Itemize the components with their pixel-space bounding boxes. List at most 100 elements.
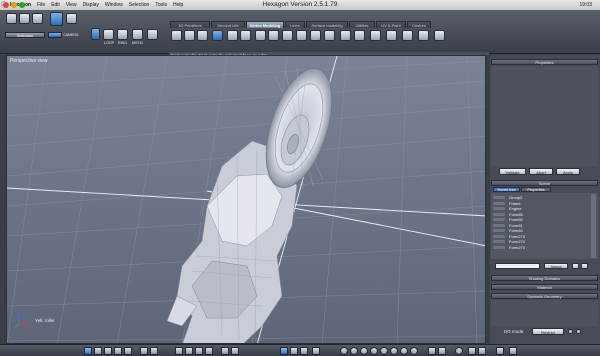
select-mode-button[interactable]	[48, 32, 62, 38]
save-view-icon[interactable]	[438, 347, 446, 355]
material-header[interactable]: Material	[491, 284, 598, 290]
validate-button[interactable]: Validate	[499, 168, 526, 175]
perspective-viewport[interactable]: Perspective view Yell. roller	[6, 55, 486, 344]
tesselate-icon[interactable]	[310, 30, 321, 41]
visibility-toggle[interactable]	[493, 201, 505, 205]
edge-loop-icon[interactable]	[324, 30, 335, 41]
universal-gizmo-icon[interactable]	[312, 347, 320, 355]
magic-wand-icon[interactable]	[50, 12, 63, 26]
camera-list-icon[interactable]	[428, 347, 436, 355]
move-gizmo-icon[interactable]	[280, 347, 288, 355]
four-views-icon[interactable]	[104, 347, 112, 355]
rotate-gizmo-icon[interactable]	[290, 347, 298, 355]
fit-all-icon[interactable]	[370, 347, 378, 355]
single-view-icon[interactable]	[84, 347, 92, 355]
minimize-window-icon[interactable]	[11, 2, 17, 8]
tab-3d-primitives[interactable]: 3D Primitives	[170, 21, 210, 28]
menu-tools[interactable]: Tools	[152, 2, 170, 8]
tab-surface-modeling[interactable]: Surface modeling	[306, 21, 348, 28]
apply-button[interactable]: Apply	[556, 168, 580, 175]
isolate-icon[interactable]	[478, 347, 486, 355]
carve-icon[interactable]	[370, 30, 381, 41]
fov-icon[interactable]	[410, 347, 418, 355]
bevel-icon[interactable]	[184, 30, 195, 41]
tab-second-life[interactable]: Second Life	[211, 21, 245, 28]
split-icon[interactable]	[268, 30, 279, 41]
visibility-toggle[interactable]	[493, 240, 505, 244]
light-icon[interactable]	[231, 347, 239, 355]
list-item[interactable]: Form50	[493, 217, 590, 222]
tab-custom[interactable]: Custom	[407, 21, 431, 28]
ring-select-icon[interactable]	[117, 29, 128, 40]
visibility-toggle[interactable]	[493, 212, 505, 216]
flip-icon[interactable]	[386, 30, 397, 41]
zoom-icon[interactable]	[360, 347, 368, 355]
inset-icon[interactable]	[227, 30, 238, 41]
dg-mode-option-icon[interactable]	[568, 329, 573, 334]
close-window-icon[interactable]	[3, 2, 9, 8]
layout-icon[interactable]	[114, 347, 122, 355]
tab-lines[interactable]: Lines	[285, 21, 305, 28]
hide-icon[interactable]	[496, 347, 504, 355]
visibility-toggle[interactable]	[493, 245, 505, 249]
tab-scene-properties[interactable]: Properties	[521, 187, 551, 192]
cap-icon[interactable]	[402, 30, 413, 41]
roll-icon[interactable]	[390, 347, 398, 355]
camera-icon[interactable]	[66, 13, 77, 24]
mstm-select-icon[interactable]	[132, 29, 143, 40]
visibility-toggle[interactable]	[493, 207, 505, 211]
list-item[interactable]: Form64	[493, 228, 590, 233]
menu-view[interactable]: View	[63, 2, 80, 8]
select-button[interactable]: Select	[544, 263, 568, 269]
flat-shade-icon[interactable]	[195, 347, 203, 355]
chamfer-icon[interactable]	[197, 30, 208, 41]
scene-header[interactable]: Scene	[491, 180, 598, 186]
cut-icon[interactable]	[434, 30, 445, 41]
visibility-toggle[interactable]	[493, 223, 505, 227]
menu-selection[interactable]: Selection	[126, 2, 153, 8]
visibility-toggle[interactable]	[493, 218, 505, 222]
wire-icon[interactable]	[185, 347, 193, 355]
scene-option-a[interactable]	[572, 263, 579, 269]
lasso-select-icon[interactable]	[19, 13, 30, 24]
scene-search-input[interactable]	[495, 263, 540, 269]
brush-select-icon[interactable]	[32, 13, 43, 24]
list-item[interactable]: Frame	[493, 201, 590, 206]
smooth-shade-icon[interactable]	[205, 347, 213, 355]
dolly-icon[interactable]	[400, 347, 408, 355]
arrow-select-icon[interactable]	[6, 13, 17, 24]
scene-scrollbar[interactable]	[591, 194, 596, 258]
extrude-icon[interactable]	[171, 30, 182, 41]
symmetry-icon[interactable]	[340, 30, 351, 41]
vertex-tool-icon[interactable]	[91, 28, 100, 40]
bridge-icon[interactable]	[240, 30, 251, 41]
scale-gizmo-icon[interactable]	[300, 347, 308, 355]
snapshot-icon[interactable]	[509, 347, 517, 355]
grid-icon[interactable]	[124, 347, 132, 355]
smooth-icon[interactable]	[282, 30, 293, 41]
tab-utilities[interactable]: Utilities	[349, 21, 375, 28]
visibility-toggle[interactable]	[493, 196, 505, 200]
zoom-window-icon[interactable]	[19, 2, 25, 8]
snap-icon[interactable]	[140, 347, 148, 355]
screen-capture-icon[interactable]	[468, 347, 476, 355]
magnet-icon[interactable]	[150, 347, 158, 355]
abort-button[interactable]: Abort	[529, 168, 553, 175]
list-item[interactable]: Form270	[493, 234, 590, 239]
fast-extrude-icon[interactable]	[212, 30, 223, 41]
orbit-icon[interactable]	[340, 347, 348, 355]
pan-icon[interactable]	[350, 347, 358, 355]
menu-file[interactable]: File	[34, 2, 48, 8]
shell-icon[interactable]	[354, 30, 365, 41]
menu-edit[interactable]: Edit	[48, 2, 63, 8]
cube-select-icon[interactable]	[147, 29, 158, 40]
visibility-toggle[interactable]	[493, 229, 505, 233]
list-item[interactable]: Group2	[493, 195, 590, 200]
tab-vertex-modeling[interactable]: Vertex Modeling	[246, 21, 284, 28]
menu-display[interactable]: Display	[80, 2, 102, 8]
menu-window[interactable]: Window	[102, 2, 126, 8]
selection-dropdown[interactable]: Selection	[5, 32, 45, 38]
visibility-toggle[interactable]	[493, 234, 505, 238]
list-item[interactable]: Form61	[493, 223, 590, 228]
dg-mode-help-icon[interactable]	[576, 329, 581, 334]
